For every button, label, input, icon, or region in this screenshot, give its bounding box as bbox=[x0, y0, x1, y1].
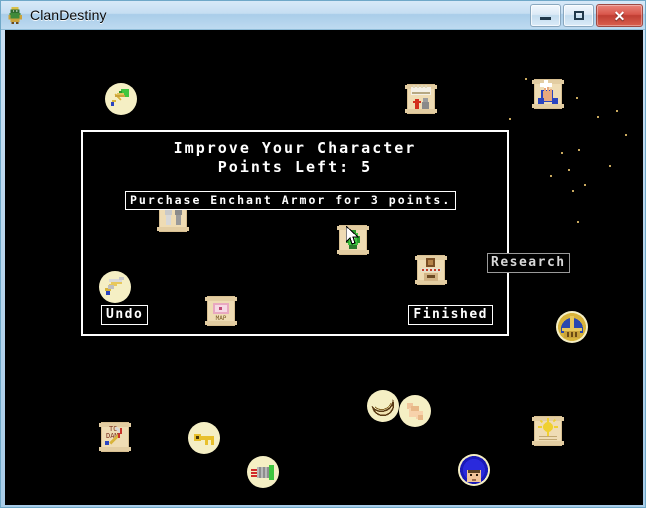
sun-art bbox=[538, 418, 558, 440]
star bbox=[572, 190, 574, 192]
star bbox=[584, 184, 586, 186]
maximize-icon bbox=[573, 11, 584, 20]
scroll-sun-icon[interactable] bbox=[532, 415, 564, 447]
star bbox=[568, 169, 570, 171]
undo-button[interactable]: Undo bbox=[101, 305, 149, 325]
scroll-map-icon[interactable]: MAP bbox=[205, 295, 237, 327]
key-disc-icon[interactable] bbox=[188, 422, 220, 454]
maximize-button[interactable] bbox=[563, 4, 594, 27]
crown-figures-art bbox=[411, 85, 431, 109]
research-button[interactable]: Research bbox=[487, 253, 570, 273]
blue-hand-art bbox=[538, 80, 558, 104]
sword-disc-icon[interactable] bbox=[99, 271, 131, 303]
tooltip: Purchase Enchant Armor for 3 points. bbox=[125, 191, 457, 210]
map-art: MAP bbox=[213, 303, 229, 322]
sword-plain-art bbox=[105, 277, 124, 295]
star bbox=[561, 152, 563, 154]
face-art bbox=[460, 456, 488, 484]
title-bar[interactable]: ClanDestiny ✕ bbox=[1, 1, 645, 30]
mouse-pointer bbox=[345, 224, 360, 247]
scroll-brown-figure-icon[interactable] bbox=[415, 254, 447, 286]
scroll-crown-figures-icon[interactable] bbox=[405, 83, 437, 115]
crescent-disc-icon[interactable] bbox=[367, 390, 399, 422]
flex-arm-disc-icon[interactable] bbox=[399, 395, 431, 427]
svg-text:MAP: MAP bbox=[216, 315, 227, 322]
star bbox=[576, 97, 578, 99]
improve-character-dialog: Improve Your Character Points Left: 5 MA… bbox=[81, 130, 509, 336]
helmet-disc-icon[interactable] bbox=[556, 311, 588, 343]
key-art bbox=[194, 434, 214, 445]
scroll-to-dam-sword-icon[interactable]: TO DAM bbox=[99, 421, 131, 453]
gauntlet-disc-icon[interactable] bbox=[247, 456, 279, 488]
helmet-art bbox=[558, 313, 586, 341]
star bbox=[577, 221, 579, 223]
game-canvas[interactable]: TO DAM Research Improve Your Character Po… bbox=[5, 30, 643, 505]
sword-green-disc-icon[interactable] bbox=[105, 83, 137, 115]
gauntlet-art bbox=[251, 465, 274, 480]
finished-button[interactable]: Finished bbox=[408, 305, 493, 325]
points-left-label: Points Left: 5 bbox=[217, 158, 373, 176]
minimize-icon bbox=[540, 17, 551, 20]
caption-button-group: ✕ bbox=[530, 4, 643, 27]
close-icon: ✕ bbox=[613, 7, 626, 24]
star bbox=[525, 78, 527, 80]
app-window: ClanDestiny ✕ TO DAM Research Improve You… bbox=[0, 0, 646, 508]
star bbox=[625, 134, 627, 136]
hooded-face-disc-icon[interactable] bbox=[458, 454, 490, 486]
crescent-art bbox=[371, 399, 395, 417]
star bbox=[609, 165, 611, 167]
to-dam-art: TODAM bbox=[105, 425, 123, 445]
star bbox=[597, 116, 599, 118]
star bbox=[578, 149, 580, 151]
clan-creature-icon bbox=[6, 6, 24, 24]
star bbox=[616, 110, 618, 112]
sword-green-art bbox=[111, 89, 129, 106]
minimize-button[interactable] bbox=[530, 4, 561, 27]
dialog-title: Improve Your Character bbox=[173, 139, 417, 157]
star bbox=[550, 175, 552, 177]
scroll-blue-hand-icon[interactable] bbox=[532, 78, 564, 110]
brown-figure-art bbox=[421, 258, 441, 281]
close-button[interactable]: ✕ bbox=[596, 4, 643, 27]
window-title: ClanDestiny bbox=[30, 7, 107, 23]
star bbox=[509, 118, 511, 120]
arm-art bbox=[407, 403, 423, 420]
